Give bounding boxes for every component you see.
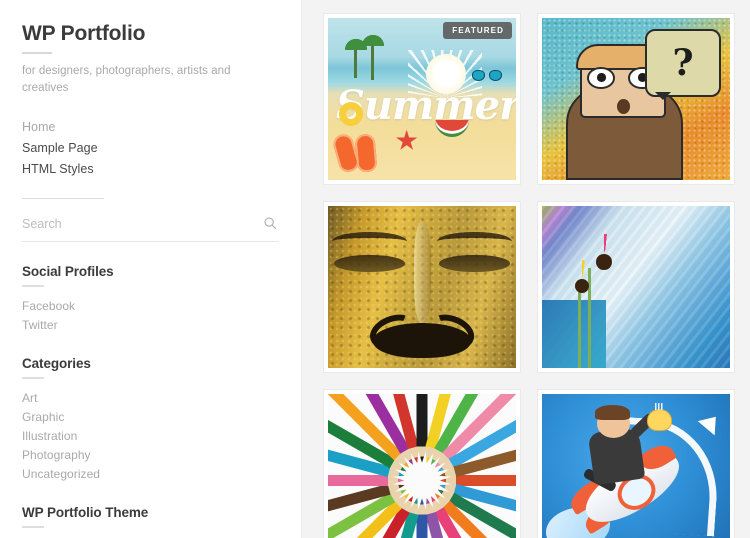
primary-navigation: Home Sample Page HTML Styles — [22, 116, 279, 179]
portfolio-thumbnail[interactable] — [328, 206, 516, 368]
starfish-icon — [396, 129, 418, 150]
sunglasses-icon — [472, 69, 502, 82]
widget-social-profiles: Social Profiles Facebook Twitter — [22, 264, 279, 334]
gerbera-flowers-artwork — [542, 206, 730, 368]
portfolio-item-businessman-rocket-idea[interactable] — [538, 390, 734, 538]
pencil-lead — [398, 472, 405, 477]
portfolio-thumbnail[interactable]: Summer — [328, 18, 516, 180]
nav-item-sample-page[interactable]: Sample Page — [22, 137, 279, 158]
pencil-lead — [439, 472, 446, 477]
summer-wordmark: Summer — [336, 82, 516, 130]
buddha-nose — [414, 222, 432, 323]
search-icon[interactable] — [263, 216, 277, 230]
portfolio-item-thinking-cartoon-question[interactable]: ? — [538, 14, 734, 184]
golden-buddha-artwork — [328, 206, 516, 368]
portfolio-grid: FEATURED Summer ? — [324, 14, 738, 538]
thinking-cartoon-artwork: ? — [542, 18, 730, 180]
colored-pencils-artwork — [328, 394, 516, 538]
question-mark-icon: ? — [672, 42, 694, 85]
portfolio-item-summer-beach-illustration[interactable]: FEATURED Summer — [324, 14, 520, 184]
portfolio-page: WP Portfolio for designers, photographer… — [0, 0, 750, 538]
widget-title-about: WP Portfolio Theme — [22, 505, 149, 521]
growth-arrow-head — [698, 409, 725, 436]
flower-pink — [576, 234, 632, 290]
widget-about-theme: WP Portfolio Theme WP Portfolio is a Sim… — [22, 505, 279, 538]
sidebar-divider — [22, 198, 104, 200]
portfolio-item-gerbera-flowers-painting[interactable] — [538, 202, 734, 372]
portfolio-thumbnail[interactable] — [542, 206, 730, 368]
portfolio-thumbnail[interactable] — [328, 394, 516, 538]
flip-flop-icon — [354, 133, 378, 173]
watermelon-slice-icon — [435, 120, 470, 138]
search-input[interactable] — [22, 215, 279, 234]
site-title[interactable]: WP Portfolio — [22, 22, 279, 45]
category-link-art[interactable]: Art — [22, 388, 279, 407]
social-link-twitter[interactable]: Twitter — [22, 315, 279, 334]
cartoon-mouth — [617, 99, 631, 114]
colored-pencil — [440, 475, 516, 486]
social-link-facebook[interactable]: Facebook — [22, 296, 279, 315]
summer-beach-artwork: Summer — [328, 18, 516, 180]
category-link-graphic[interactable]: Graphic — [22, 407, 279, 426]
portfolio-item-colored-pencils-circle[interactable] — [324, 390, 520, 538]
pencil-lead — [439, 483, 446, 488]
speech-bubble: ? — [645, 29, 721, 101]
palm-tree-icon — [343, 37, 369, 78]
buddha-lips — [373, 322, 471, 359]
portfolio-item-golden-buddha-painting[interactable] — [324, 202, 520, 372]
pencil-lead — [420, 499, 424, 505]
search-form — [22, 215, 279, 243]
category-link-photography[interactable]: Photography — [22, 445, 279, 464]
colored-pencil — [416, 515, 428, 538]
palm-tree-icon — [360, 33, 386, 80]
lightbulb-icon — [647, 402, 672, 432]
colored-pencil — [416, 394, 428, 447]
widget-underline-accent — [22, 526, 44, 529]
widget-underline-accent — [22, 285, 44, 288]
pencil-lead — [398, 479, 404, 483]
pencil-lead — [440, 478, 446, 483]
nav-item-html-styles[interactable]: HTML Styles — [22, 158, 279, 179]
featured-badge: FEATURED — [443, 22, 512, 39]
pencil-lead — [425, 497, 430, 504]
portfolio-thumbnail[interactable] — [542, 394, 730, 538]
widget-categories: Categories Art Graphic Illustration Phot… — [22, 356, 279, 483]
category-link-uncategorized[interactable]: Uncategorized — [22, 464, 279, 483]
businessman-hair — [594, 405, 631, 420]
portfolio-grid-area: FEATURED Summer ? — [302, 0, 750, 538]
nav-item-home[interactable]: Home — [22, 116, 279, 137]
title-underline-accent — [22, 52, 52, 55]
widget-underline-accent — [22, 377, 44, 380]
colored-pencil — [328, 475, 388, 486]
pencil-lead — [398, 483, 405, 488]
widget-title-categories: Categories — [22, 356, 91, 372]
site-description: for designers, photographers, artists an… — [22, 65, 231, 94]
widget-title-social: Social Profiles — [22, 264, 114, 280]
portfolio-thumbnail[interactable]: ? — [542, 18, 730, 180]
sidebar: WP Portfolio for designers, photographer… — [0, 0, 302, 538]
businessman-rocket-artwork — [542, 394, 730, 538]
pencil-lead — [414, 457, 419, 464]
pencil-lead — [414, 497, 419, 504]
pencil-lead — [425, 457, 430, 464]
category-link-illustration[interactable]: Illustration — [22, 426, 279, 445]
pencil-lead — [420, 457, 424, 463]
